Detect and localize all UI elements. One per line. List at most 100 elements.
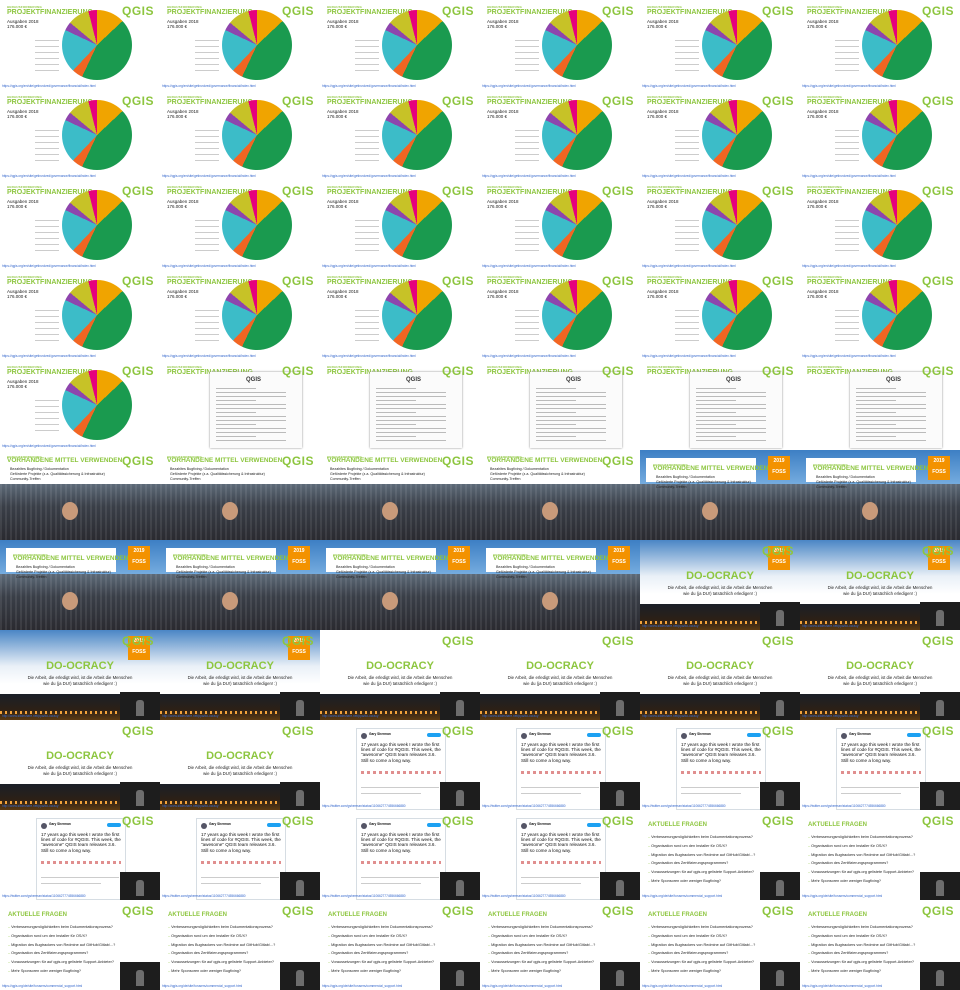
slide-thumbnail[interactable]: HERAUSFORDERUNG PROJEKTFINANZIERUNG Ausgab… — [160, 270, 320, 360]
slide-thumbnail[interactable]: HERAUSFORDERUNG PROJEKTFINANZIERUNG Ausgab… — [640, 0, 800, 90]
expense-pie-chart — [382, 10, 452, 80]
slide-thumbnail[interactable]: HERAUSFORDERUNG VORHANDENE MITTEL VERWEND… — [480, 450, 640, 540]
speaker-video — [120, 782, 160, 810]
tweet-card: Gary Sherman 17 years ago this week I wro… — [356, 818, 446, 900]
slide-thumbnail[interactable]: HERAUSFORDERUNG VORHANDENE MITTEL VERWEND… — [640, 450, 800, 540]
slide-thumbnail[interactable]: Gary Sherman 17 years ago this week I wro… — [800, 720, 960, 810]
slide-thumbnail[interactable]: HERAUSFORDERUNG VORHANDENE MITTEL VERWEND… — [0, 540, 160, 630]
slide-thumbnail[interactable]: HERAUSFORDERUNG PROJEKTFINANZIERUNG Ausgab… — [480, 180, 640, 270]
tweet-text: 17 years ago this week I wrote the first… — [41, 832, 121, 853]
slide-thumbnail[interactable]: HERAUSFORDERUNG PROJEKTFINANZIERUNG Ausgab… — [320, 180, 480, 270]
slide-thumbnail[interactable]: HERAUSFORDERUNG PROJEKTFINANZIERUNG Ausgab… — [480, 0, 640, 90]
audience-photo — [0, 484, 160, 540]
slide-thumbnail[interactable]: HERAUSFORDERUNG VORHANDENE MITTEL VERWEND… — [320, 540, 480, 630]
slide-thumbnail[interactable]: HERAUSFORDERUNG PROJEKTFINANZIERUNG Ausgab… — [160, 90, 320, 180]
expense-amount: 176.000 € — [647, 114, 668, 119]
slide-thumbnail[interactable]: HERAUSFORDERUNG PROJEKTFINANZIERUNG Ausgab… — [800, 90, 960, 180]
slide-thumbnail[interactable]: HERAUSFORDERUNG PROJEKTFINANZIERUNG Ausgab… — [0, 180, 160, 270]
doc-line — [696, 404, 766, 405]
subtitle-line-2: wie du (ja DU!) tatsächlich erledigen! :… — [523, 680, 597, 686]
slide-thumbnail[interactable]: HERAUSFORDERUNG PROJEKTFINANZIERUNG Ausgab… — [0, 360, 160, 450]
question-item: Organisation des Zertifizierungsprogramm… — [168, 949, 275, 958]
slide-thumbnail[interactable]: Gary Sherman 17 years ago this week I wro… — [320, 720, 480, 810]
qgis-logo: QGIS — [121, 634, 154, 648]
source-link: https://qgis.org/en/site/getinvolved/gov… — [482, 264, 576, 268]
audience-photo — [800, 484, 960, 540]
slide-thumbnail[interactable]: HERAUSFORDERUNG VORHANDENE MITTEL VERWEND… — [800, 450, 960, 540]
slide-thumbnail[interactable]: DO-OCRACY Die Arbeit, die erledigt wird, … — [480, 630, 640, 720]
slide-thumbnail[interactable]: AKTUELLE FRAGEN Verbesserungsmöglichkeite… — [320, 900, 480, 990]
slide-thumbnail[interactable]: Gary Sherman 17 years ago this week I wro… — [480, 720, 640, 810]
legend-line — [515, 58, 539, 59]
slide-thumbnail[interactable]: 2019 FOSS DO-OCRACY Die Arbeit, die erledi… — [640, 540, 800, 630]
slide-thumbnail[interactable]: AKTUELLE FRAGEN Verbesserungsmöglichkeite… — [160, 900, 320, 990]
slide-thumbnail[interactable]: HERAUSFORDERUNG PROJEKTFINANZIERUNG Ausgab… — [0, 270, 160, 360]
slide-thumbnail[interactable]: HERAUSFORDERUNGPROJEKTFINANZIERUNGQGISQG… — [480, 360, 640, 450]
slide-thumbnail[interactable]: HERAUSFORDERUNG PROJEKTFINANZIERUNG Ausgab… — [480, 270, 640, 360]
bullet-item: Community-Treffen — [10, 477, 41, 481]
slide-thumbnail[interactable]: Gary Sherman 17 years ago this week I wro… — [320, 810, 480, 900]
slide-thumbnail[interactable]: AKTUELLE FRAGEN Verbesserungsmöglichkeite… — [480, 900, 640, 990]
expense-amount: 176.000 € — [647, 24, 668, 29]
legend-line — [195, 232, 219, 233]
slide-thumbnail[interactable]: HERAUSFORDERUNG PROJEKTFINANZIERUNG Ausgab… — [640, 270, 800, 360]
legend-line — [675, 328, 699, 329]
slide-thumbnail[interactable]: HERAUSFORDERUNGPROJEKTFINANZIERUNGQGISQG… — [640, 360, 800, 450]
slide-thumbnail[interactable]: HERAUSFORDERUNG PROJEKTFINANZIERUNG Ausgab… — [480, 90, 640, 180]
slide-thumbnail[interactable]: AKTUELLE FRAGEN Verbesserungsmöglichkeite… — [0, 900, 160, 990]
qgis-logo: QGIS — [761, 94, 794, 108]
slide-thumbnail[interactable]: AKTUELLE FRAGEN Verbesserungsmöglichkeite… — [640, 810, 800, 900]
slide-thumbnail[interactable]: HERAUSFORDERUNG PROJEKTFINANZIERUNG Ausgab… — [640, 90, 800, 180]
slide-thumbnail[interactable]: Gary Sherman 17 years ago this week I wro… — [640, 720, 800, 810]
slide-subtitle: Die Arbeit, die erledigt wird, ist die A… — [160, 765, 320, 776]
slide-thumbnail[interactable]: HERAUSFORDERUNG PROJEKTFINANZIERUNG Ausgab… — [320, 270, 480, 360]
question-item: Migration des Bugtrackers von Redmine au… — [648, 851, 755, 860]
slide-thumbnail[interactable]: HERAUSFORDERUNGPROJEKTFINANZIERUNGQGISQG… — [160, 360, 320, 450]
source-link: http://www.slideshare.net/ppa/do-ocracy — [642, 624, 699, 628]
slide-thumbnail[interactable]: HERAUSFORDERUNG PROJEKTFINANZIERUNG Ausgab… — [800, 0, 960, 90]
legend-lines — [195, 220, 219, 256]
slide-thumbnail[interactable]: DO-OCRACY Die Arbeit, die erledigt wird, … — [640, 630, 800, 720]
slide-thumbnail[interactable]: HERAUSFORDERUNG PROJEKTFINANZIERUNG Ausgab… — [160, 0, 320, 90]
legend-line — [675, 142, 699, 143]
slide-thumbnail[interactable]: HERAUSFORDERUNG VORHANDENE MITTEL VERWEND… — [0, 450, 160, 540]
source-link: http://www.slideshare.net/ppa/do-ocracy — [162, 804, 219, 808]
qgis-logo: QGIS — [281, 634, 314, 648]
legend-line — [35, 412, 59, 413]
slide-thumbnail[interactable]: HERAUSFORDERUNGPROJEKTFINANZIERUNGQGISQG… — [800, 360, 960, 450]
slide-thumbnail[interactable]: AKTUELLE FRAGEN Verbesserungsmöglichkeite… — [640, 900, 800, 990]
bullet-item: Community-Treffen — [656, 485, 687, 489]
slide-thumbnail[interactable]: HERAUSFORDERUNG PROJEKTFINANZIERUNG Ausgab… — [320, 90, 480, 180]
slide-thumbnail[interactable]: AKTUELLE FRAGEN Verbesserungsmöglichkeite… — [800, 900, 960, 990]
slide-thumbnail[interactable]: Gary Sherman 17 years ago this week I wro… — [480, 810, 640, 900]
slide-thumbnail[interactable]: HERAUSFORDERUNG PROJEKTFINANZIERUNG Ausgab… — [160, 180, 320, 270]
slide-thumbnail[interactable]: HERAUSFORDERUNG VORHANDENE MITTEL VERWEND… — [480, 540, 640, 630]
slide-thumbnail[interactable]: DO-OCRACY Die Arbeit, die erledigt wird, … — [320, 630, 480, 720]
slide-thumbnail[interactable]: HERAUSFORDERUNG PROJEKTFINANZIERUNG Ausgab… — [800, 270, 960, 360]
expense-pie-chart — [62, 280, 132, 350]
legend-line — [35, 328, 59, 329]
slide-thumbnail[interactable]: AKTUELLE FRAGEN Verbesserungsmöglichkeite… — [800, 810, 960, 900]
slide-thumbnail[interactable]: Gary Sherman 17 years ago this week I wro… — [0, 810, 160, 900]
slide-thumbnail[interactable]: 2019 FOSS DO-OCRACY Die Arbeit, die erledi… — [0, 630, 160, 720]
doc-line — [536, 432, 606, 433]
slide-thumbnail[interactable]: HERAUSFORDERUNG PROJEKTFINANZIERUNG Ausgab… — [0, 90, 160, 180]
slide-thumbnail[interactable]: HERAUSFORDERUNG PROJEKTFINANZIERUNG Ausgab… — [800, 180, 960, 270]
legend-line — [675, 250, 699, 251]
slide-thumbnail[interactable]: HERAUSFORDERUNG VORHANDENE MITTEL VERWEND… — [320, 450, 480, 540]
slide-thumbnail[interactable]: HERAUSFORDERUNG PROJEKTFINANZIERUNG Ausgab… — [0, 0, 160, 90]
slide-thumbnail[interactable]: DO-OCRACY Die Arbeit, die erledigt wird, … — [800, 630, 960, 720]
slide-thumbnail[interactable]: Gary Sherman 17 years ago this week I wro… — [160, 810, 320, 900]
slide-thumbnail[interactable]: HERAUSFORDERUNG PROJEKTFINANZIERUNG Ausgab… — [320, 0, 480, 90]
legend-line — [355, 334, 379, 335]
slide-thumbnail[interactable]: DO-OCRACY Die Arbeit, die erledigt wird, … — [0, 720, 160, 810]
slide-thumbnail[interactable]: DO-OCRACY Die Arbeit, die erledigt wird, … — [160, 720, 320, 810]
slide-thumbnail[interactable]: HERAUSFORDERUNG VORHANDENE MITTEL VERWEND… — [160, 450, 320, 540]
slide-thumbnail[interactable]: HERAUSFORDERUNG VORHANDENE MITTEL VERWEND… — [160, 540, 320, 630]
tweet-text: 17 years ago this week I wrote the first… — [201, 832, 281, 853]
slide-thumbnail[interactable]: 2019 FOSS DO-OCRACY Die Arbeit, die erledi… — [800, 540, 960, 630]
slide-thumbnail[interactable]: HERAUSFORDERUNG PROJEKTFINANZIERUNG Ausgab… — [640, 180, 800, 270]
qgis-logo: QGIS — [761, 544, 794, 558]
slide-thumbnail[interactable]: HERAUSFORDERUNGPROJEKTFINANZIERUNGQGISQG… — [320, 360, 480, 450]
slide-thumbnail[interactable]: 2019 FOSS DO-OCRACY Die Arbeit, die erledi… — [160, 630, 320, 720]
